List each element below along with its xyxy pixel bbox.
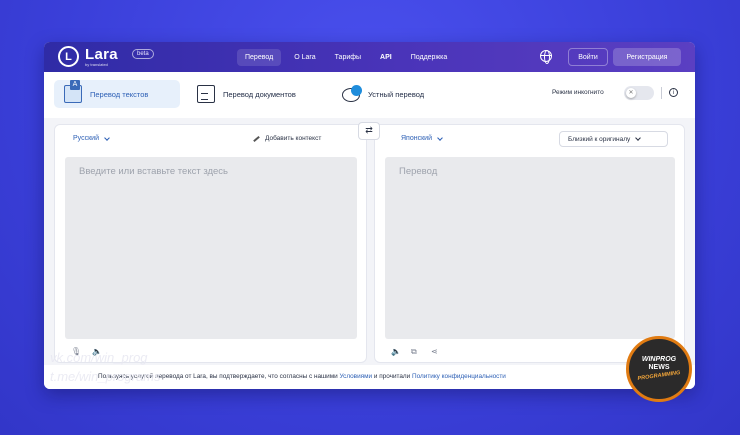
add-context-label: Добавить контекст [265,135,322,142]
toggle-close-icon: ✕ [626,88,636,98]
footer-middle: и прочитали [372,373,413,380]
nav-links: Перевод О Lara Тарифы API Поддержка [237,42,466,72]
app-window: L Lara by translated beta Перевод О Lara… [44,42,695,389]
logo[interactable]: L Lara by translated [58,46,118,67]
translation-placeholder: Перевод [399,166,438,177]
tab-voice-translation[interactable]: Устный перевод [342,80,424,108]
logo-subtitle: by translated [85,61,108,67]
add-context-button[interactable]: Добавить контекст [253,135,321,142]
mode-bar: Перевод текстов Перевод документов Устны… [44,72,695,118]
nav-link-pricing[interactable]: Тарифы [335,54,361,61]
chevron-down-icon [104,134,110,141]
tab-text-translation-label: Перевод текстов [90,89,149,99]
badge-line1: WINPROG [641,356,677,363]
target-language-label: Японский [401,135,432,142]
terms-link[interactable]: Условиями [340,373,373,380]
pencil-icon [253,135,260,142]
translation-style-label: Близкий к оригиналу [568,135,631,143]
nav-link-support[interactable]: Поддержка [411,54,448,61]
translation-output [385,157,675,339]
source-language-label: Русский [73,135,99,142]
register-button[interactable]: Регистрация [613,48,681,66]
target-language-select[interactable]: Японский [401,134,443,142]
watermark-telegram: t.me/win_programs [50,369,161,384]
source-panel: Русский Добавить контекст 🎙 🔈 [54,124,367,363]
globe-icon[interactable] [540,50,552,64]
logo-name: Lara [85,45,118,63]
incognito-label: Режим инкогнито [552,89,604,96]
copy-icon[interactable]: ⧉ [411,347,417,357]
top-nav: L Lara by translated beta Перевод О Lara… [44,42,695,72]
nav-link-translate[interactable]: Перевод [237,48,282,66]
login-button[interactable]: Войти [568,48,608,66]
source-language-select[interactable]: Русский [73,134,110,142]
source-text-input[interactable] [65,157,357,339]
beta-badge: beta [132,49,154,59]
tab-document-translation[interactable]: Перевод документов [197,80,296,108]
voice-icon [342,85,362,103]
nav-link-about[interactable]: О Lara [294,54,315,61]
document-icon [197,85,215,103]
incognito-toggle[interactable]: ✕ [624,86,654,100]
divider [661,87,662,99]
tab-document-translation-label: Перевод документов [223,89,296,99]
watermark-vk: vk.com/win_prog [50,350,148,365]
target-panel: Японский Близкий к оригиналу Перевод 🔈 ⧉… [374,124,685,363]
translation-style-select[interactable]: Близкий к оригиналу [559,131,668,147]
info-icon[interactable]: i [669,88,678,97]
target-speaker-icon[interactable]: 🔈 [391,347,401,356]
lara-logo-icon: L [58,46,79,67]
chevron-down-icon [635,135,642,141]
swap-languages-button[interactable]: ⇄ [358,122,380,140]
text-translation-icon [64,80,82,103]
privacy-link[interactable]: Политику конфиденциальности [412,373,506,380]
tab-text-translation[interactable]: Перевод текстов [54,80,180,108]
tab-voice-translation-label: Устный перевод [368,89,425,99]
winprog-news-badge: WINPROG NEWS PROGRAMMING [626,336,692,402]
nav-link-api[interactable]: API [380,54,392,61]
share-icon[interactable]: ⋖ [431,347,438,356]
chevron-down-icon [437,134,443,141]
